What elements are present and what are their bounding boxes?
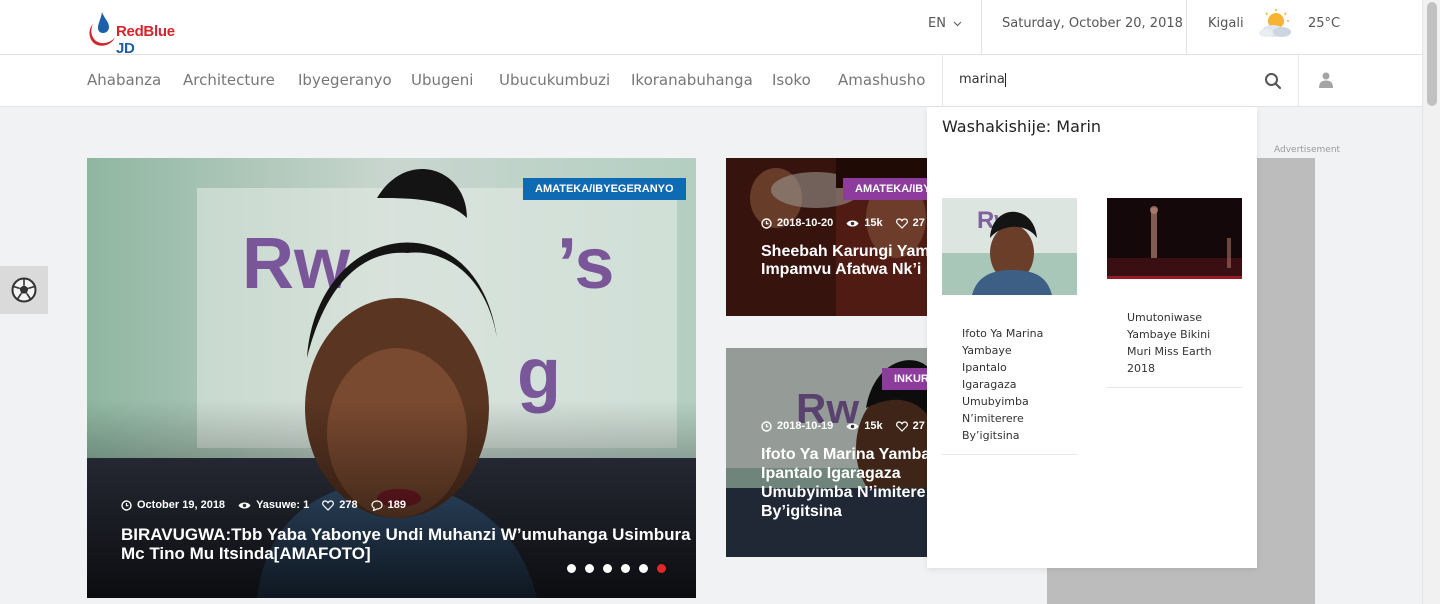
hero-comments: 189 bbox=[387, 499, 406, 511]
top-bar: RedBlue JD EN Saturday, October 20, 2018… bbox=[0, 0, 1422, 57]
side-widget-button[interactable] bbox=[0, 266, 48, 314]
nav-item-isoko[interactable]: Isoko bbox=[772, 71, 811, 89]
slider-dot[interactable] bbox=[585, 564, 594, 573]
article-likes: 27 bbox=[912, 420, 925, 432]
slider-pagination bbox=[567, 564, 666, 573]
slider-dot[interactable] bbox=[567, 564, 576, 573]
slider-dot-active[interactable] bbox=[657, 564, 666, 573]
slider-dot[interactable] bbox=[639, 564, 648, 573]
language-label: EN bbox=[928, 16, 946, 31]
clock-icon bbox=[121, 499, 132, 511]
article-card[interactable]: AMATEKA/IBY 2018-10-20 15k 27 Sheebah Ka… bbox=[726, 158, 936, 316]
search-result-item[interactable]: Rw Ifoto Ya Marina Yambaye Ipantalo Igar… bbox=[942, 198, 1077, 455]
article-views: 15k bbox=[864, 217, 883, 229]
nav-item-ubugeni[interactable]: Ubugeni bbox=[411, 71, 473, 89]
search-result-thumbnail: Rw bbox=[942, 198, 1077, 295]
divider bbox=[1107, 387, 1242, 388]
eye-icon bbox=[846, 220, 859, 226]
search-result-thumbnail bbox=[1107, 198, 1242, 279]
user-icon bbox=[1319, 72, 1333, 88]
eye-icon bbox=[238, 502, 251, 508]
hero-slider[interactable]: Rw ’s g AMATEKA/IBYEGERANYO October 19, … bbox=[87, 158, 696, 598]
language-selector[interactable]: EN bbox=[928, 16, 962, 31]
soccer-ball-icon bbox=[11, 277, 37, 303]
weather-city: Kigali bbox=[1208, 16, 1244, 31]
nav-item-amashusho[interactable]: Amashusho bbox=[838, 71, 925, 89]
hero-date: October 19, 2018 bbox=[137, 499, 226, 511]
search-input[interactable]: marina bbox=[959, 72, 1006, 87]
main-nav: Ahabanza Architecture Ibyegeranyo Ubugen… bbox=[0, 55, 1422, 107]
comment-icon bbox=[371, 499, 383, 511]
search-results-heading: Washakishije: Marin bbox=[942, 117, 1102, 136]
divider bbox=[942, 454, 1077, 455]
article-title[interactable]: Ifoto Ya Marina Yamba Ipantalo Igaragaza… bbox=[761, 445, 930, 521]
search-result-item[interactable]: Umutoniwase Yambaye Bikini Muri Miss Ear… bbox=[1107, 198, 1242, 388]
search-icon[interactable] bbox=[1264, 72, 1282, 90]
search-results-dropdown: Washakishije: Marin Rw Ifoto Ya Marina Y… bbox=[927, 107, 1257, 568]
temperature: 25°C bbox=[1308, 16, 1341, 31]
heart-icon bbox=[895, 420, 908, 432]
heart-icon bbox=[322, 499, 335, 511]
partly-cloudy-icon bbox=[1259, 9, 1291, 37]
page-scrollbar[interactable] bbox=[1422, 0, 1440, 604]
hero-meta: October 19, 2018 Yasuwe: 1 278 189 bbox=[121, 499, 406, 511]
article-meta: 2018-10-19 15k 27 bbox=[761, 420, 925, 432]
nav-item-ibyegeranyo[interactable]: Ibyegeranyo bbox=[298, 71, 392, 89]
clock-icon bbox=[761, 420, 772, 432]
divider bbox=[981, 0, 982, 54]
logo-drop-icon bbox=[89, 12, 115, 46]
search-result-title: Ifoto Ya Marina Yambaye Ipantalo Igaraga… bbox=[962, 327, 1044, 442]
article-likes: 27 bbox=[912, 217, 925, 229]
slider-dot[interactable] bbox=[621, 564, 630, 573]
nav-item-architecture[interactable]: Architecture bbox=[183, 71, 275, 89]
logo-text: RedBlue JD bbox=[116, 23, 175, 57]
nav-item-ubucukumbuzi[interactable]: Ubucukumbuzi bbox=[499, 71, 610, 89]
article-date: 2018-10-20 bbox=[777, 217, 834, 229]
article-title[interactable]: Sheebah Karungi Yam Impamvu Afatwa Nk’i bbox=[761, 243, 930, 279]
article-meta: 2018-10-20 15k 27 bbox=[761, 217, 925, 229]
hero-title[interactable]: BIRAVUGWA:Tbb Yaba Yabonye Undi Muhanzi … bbox=[121, 525, 691, 563]
nav-item-ikoranabuhanga[interactable]: Ikoranabuhanga bbox=[631, 71, 753, 89]
heart-icon bbox=[895, 217, 908, 229]
user-account-button[interactable] bbox=[1298, 55, 1354, 107]
category-badge[interactable]: AMATEKA/IBY bbox=[843, 178, 936, 200]
category-badge[interactable]: AMATEKA/IBYEGERANYO bbox=[523, 178, 686, 200]
hero-author: Yasuwe: 1 bbox=[256, 499, 310, 511]
search-box: marina bbox=[942, 55, 1298, 107]
chevron-down-icon bbox=[953, 21, 962, 26]
hero-likes: 278 bbox=[339, 499, 358, 511]
nav-item-ahabanza[interactable]: Ahabanza bbox=[87, 71, 161, 89]
eye-icon bbox=[846, 423, 859, 429]
article-card[interactable]: Rw INKUR 2018-10-19 15k 27 Ifoto Ya Mari… bbox=[726, 348, 936, 557]
search-result-title: Umutoniwase Yambaye Bikini Muri Miss Ear… bbox=[1127, 311, 1212, 375]
divider bbox=[1186, 0, 1187, 54]
article-date: 2018-10-19 bbox=[777, 420, 834, 432]
article-views: 15k bbox=[864, 420, 883, 432]
current-date: Saturday, October 20, 2018 bbox=[1002, 16, 1183, 31]
slider-dot[interactable] bbox=[603, 564, 612, 573]
clock-icon bbox=[761, 217, 772, 229]
site-logo[interactable]: RedBlue JD bbox=[87, 10, 192, 57]
advertisement-label: Advertisement bbox=[1274, 145, 1341, 155]
scrollbar-thumb[interactable] bbox=[1427, 2, 1437, 106]
